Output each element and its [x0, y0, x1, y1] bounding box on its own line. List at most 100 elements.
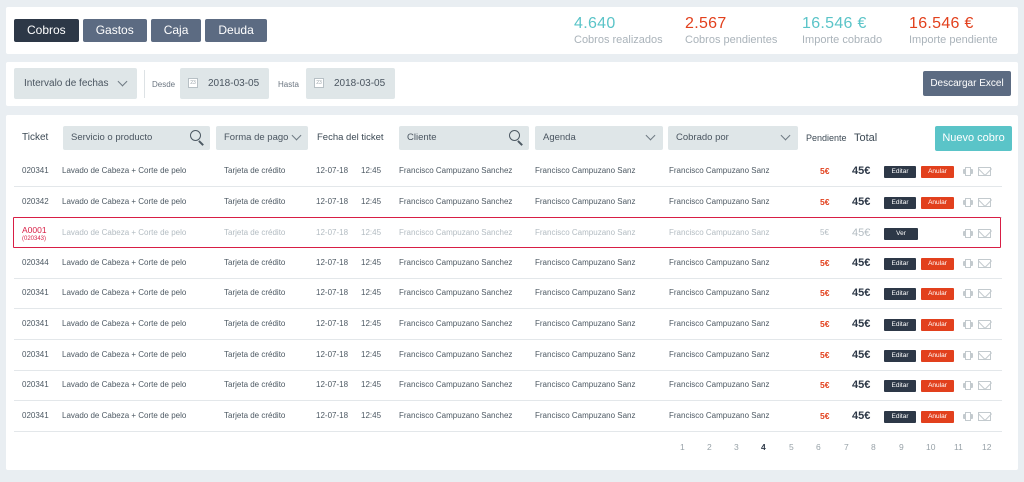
- table-row[interactable]: 020341 Lavado de Cabeza + Corte de pelo Ta…: [14, 401, 1002, 432]
- page-link-1[interactable]: 1: [680, 442, 685, 452]
- edit-button[interactable]: Editar: [884, 350, 916, 362]
- edit-button[interactable]: Editar: [884, 258, 916, 270]
- printer-icon[interactable]: [963, 259, 973, 268]
- stat-label: Importe cobrado: [802, 34, 883, 46]
- cell-fecha: 12-07-18: [316, 319, 349, 328]
- header-agenda-filter[interactable]: Agenda: [535, 126, 663, 150]
- printer-icon[interactable]: [963, 167, 973, 176]
- page-link-5[interactable]: 5: [789, 442, 794, 452]
- mail-icon[interactable]: [978, 320, 991, 329]
- page-link-11[interactable]: 11: [954, 442, 963, 452]
- edit-button[interactable]: Editar: [884, 288, 916, 300]
- cell-forma: Tarjeta de crédito: [224, 197, 286, 206]
- tab-gastos[interactable]: Gastos: [82, 19, 147, 42]
- view-button[interactable]: Ver: [884, 228, 918, 240]
- mail-icon[interactable]: [978, 229, 991, 238]
- mail-icon[interactable]: [978, 259, 991, 268]
- tab-cobros[interactable]: Cobros: [14, 19, 79, 42]
- printer-icon[interactable]: [963, 198, 973, 207]
- edit-button[interactable]: Editar: [884, 166, 916, 178]
- cancel-button[interactable]: Anular: [921, 166, 954, 178]
- cell-hora: 12:45: [361, 288, 382, 297]
- cell-agenda: Francisco Campuzano Sanz: [535, 197, 636, 206]
- chevron-down-icon: [645, 130, 656, 141]
- page-link-4[interactable]: 4: [761, 442, 766, 452]
- header-forma-pago-filter[interactable]: Forma de pago: [216, 126, 308, 150]
- tab-deuda[interactable]: Deuda: [205, 19, 267, 42]
- printer-icon[interactable]: [963, 320, 973, 329]
- cell-cliente: Francisco Campuzano Sanchez: [399, 166, 513, 175]
- cell-forma: Tarjeta de crédito: [224, 288, 286, 297]
- cell-servicio: Lavado de Cabeza + Corte de pelo: [62, 228, 187, 237]
- mail-icon[interactable]: [978, 381, 991, 390]
- page-link-8[interactable]: 8: [871, 442, 876, 452]
- header-cliente-search[interactable]: Cliente: [399, 126, 529, 150]
- stat-label: Cobros pendientes: [685, 34, 778, 46]
- page-link-7[interactable]: 7: [844, 442, 849, 452]
- table-row[interactable]: 020341 Lavado de Cabeza + Corte de pelo Ta…: [14, 156, 1002, 187]
- header-servicio-search[interactable]: Servicio o producto: [63, 126, 210, 150]
- printer-icon[interactable]: [963, 289, 973, 298]
- download-excel-button[interactable]: Descargar Excel: [923, 71, 1011, 96]
- header-cobrado-por-filter[interactable]: Cobrado por: [668, 126, 798, 150]
- header-pendiente: Pendiente: [806, 133, 847, 143]
- cancel-button[interactable]: Anular: [921, 197, 954, 209]
- printer-icon[interactable]: [963, 381, 973, 390]
- cell-cobrado: Francisco Campuzano Sanz: [669, 166, 770, 175]
- cancel-button[interactable]: Anular: [921, 380, 954, 392]
- table-row[interactable]: 020342 Lavado de Cabeza + Corte de pelo Ta…: [14, 187, 1002, 218]
- edit-button[interactable]: Editar: [884, 411, 916, 423]
- ticket-number: 020341: [22, 380, 49, 389]
- cancel-button[interactable]: Anular: [921, 350, 954, 362]
- stat-label: Cobros realizados: [574, 34, 663, 46]
- chevron-down-icon: [117, 76, 128, 87]
- mail-icon[interactable]: [978, 198, 991, 207]
- edit-button[interactable]: Editar: [884, 197, 916, 209]
- new-payment-button[interactable]: Nuevo cobro: [935, 126, 1012, 151]
- cancel-button[interactable]: Anular: [921, 258, 954, 270]
- printer-icon[interactable]: [963, 351, 973, 360]
- cell-pendiente: 5€: [820, 258, 830, 268]
- cell-pendiente: 5€: [820, 380, 830, 390]
- date-interval-dropdown[interactable]: Intervalo de fechas: [14, 68, 137, 99]
- table-row-cancelled[interactable]: A0001 (020343) Lavado de Cabeza + Corte de…: [13, 217, 1001, 248]
- table-row[interactable]: 020341 Lavado de Cabeza + Corte de pelo Ta…: [14, 278, 1002, 309]
- header-ticket: Ticket: [22, 132, 49, 143]
- table-row[interactable]: 020341 Lavado de Cabeza + Corte de pelo Ta…: [14, 370, 1002, 401]
- page-link-10[interactable]: 10: [926, 442, 935, 452]
- ticket-number: 020341: [22, 288, 49, 297]
- cell-fecha: 12-07-18: [316, 228, 349, 237]
- table-row[interactable]: 020341 Lavado de Cabeza + Corte de pelo Ta…: [14, 340, 1002, 371]
- page-link-9[interactable]: 9: [899, 442, 904, 452]
- cell-cliente: Francisco Campuzano Sanchez: [399, 288, 513, 297]
- chevron-down-icon: [291, 130, 302, 141]
- printer-icon[interactable]: [963, 412, 973, 421]
- table-row[interactable]: 020344 Lavado de Cabeza + Corte de pelo Ta…: [14, 248, 1002, 279]
- page-link-2[interactable]: 2: [707, 442, 712, 452]
- cancel-button[interactable]: Anular: [921, 319, 954, 331]
- edit-button[interactable]: Editar: [884, 319, 916, 331]
- desde-label: Desde: [152, 80, 176, 89]
- cancel-button[interactable]: Anular: [921, 288, 954, 300]
- page-link-3[interactable]: 3: [734, 442, 739, 452]
- hasta-date-field[interactable]: 23 2018-03-05: [306, 68, 395, 99]
- cell-agenda: Francisco Campuzano Sanz: [535, 258, 636, 267]
- cell-servicio: Lavado de Cabeza + Corte de pelo: [62, 166, 187, 175]
- page-link-6[interactable]: 6: [816, 442, 821, 452]
- cell-total: 45€: [852, 318, 871, 330]
- page-link-12[interactable]: 12: [982, 442, 991, 452]
- mail-icon[interactable]: [978, 412, 991, 421]
- tab-caja[interactable]: Caja: [150, 19, 202, 42]
- mail-icon[interactable]: [978, 167, 991, 176]
- mail-icon[interactable]: [978, 289, 991, 298]
- table-row[interactable]: 020341 Lavado de Cabeza + Corte de pelo Ta…: [14, 309, 1002, 340]
- cancel-button[interactable]: Anular: [921, 411, 954, 423]
- mail-icon[interactable]: [978, 351, 991, 360]
- printer-icon[interactable]: [963, 229, 973, 238]
- cell-servicio: Lavado de Cabeza + Corte de pelo: [62, 288, 187, 297]
- edit-button[interactable]: Editar: [884, 380, 916, 392]
- desde-date-field[interactable]: 23 2018-03-05: [180, 68, 269, 99]
- header-fecha: Fecha del ticket: [317, 132, 384, 143]
- filter-bar: Intervalo de fechas Desde 23 2018-03-05 …: [6, 62, 1018, 106]
- cell-hora: 12:45: [361, 319, 382, 328]
